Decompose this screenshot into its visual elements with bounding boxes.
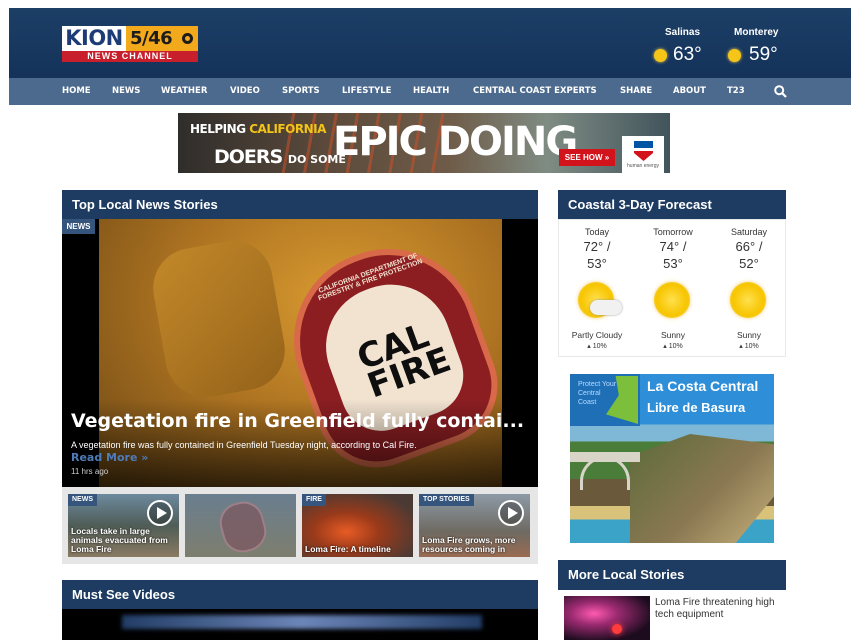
sun-icon	[728, 49, 741, 62]
forecast-low: 53°	[587, 256, 607, 271]
ad-line2-a: DOERS	[214, 146, 283, 168]
hero-read-more-link[interactable]: Read More »	[71, 451, 148, 464]
thumb-tag: TOP STORIES	[419, 494, 474, 506]
story-thumbnails: NEWS Locals take in large animals evacua…	[62, 487, 538, 564]
fire-glow	[612, 624, 622, 634]
sunny-icon	[730, 282, 766, 318]
story-thumb[interactable]: TOP STORIES Loma Fire grows, more resour…	[419, 494, 530, 557]
weather-temp-salinas: 63°	[673, 44, 702, 65]
nav-item-t23[interactable]: T23	[727, 78, 745, 105]
nav-item-sports[interactable]: SPORTS	[282, 78, 320, 105]
top-stories-heading: Top Local News Stories	[62, 190, 538, 220]
hero-title[interactable]: Vegetation fire in Greenfield fully cont…	[71, 410, 524, 432]
site-header: KION 5/46 NEWS CHANNEL Salinas 63° Monte…	[9, 8, 851, 78]
thumb-caption: Loma Fire: A timeline	[305, 544, 391, 554]
must-see-heading: Must See Videos	[62, 580, 538, 610]
ad-headline: EPIC DOING	[333, 119, 578, 165]
ad-see-how-button[interactable]: SEE HOW »	[559, 149, 615, 166]
nav-item-home[interactable]: HOME	[62, 78, 91, 105]
sun-icon	[654, 49, 667, 62]
forecast-heading: Coastal 3-Day Forecast	[558, 190, 786, 220]
forecast-low: 53°	[663, 256, 683, 271]
chevron-chevron-icon	[634, 141, 653, 161]
more-local-thumb[interactable]	[564, 596, 650, 640]
forecast-day-name: Today	[584, 227, 610, 237]
video-preview	[122, 615, 482, 629]
hero-story[interactable]: CALIFORNIA DEPARTMENT OF FORESTRY & FIRE…	[62, 219, 538, 487]
must-see-video[interactable]	[62, 609, 538, 640]
page: KION 5/46 NEWS CHANNEL Salinas 63° Monte…	[0, 0, 853, 640]
weather-city-monterey: Monterey	[734, 27, 779, 38]
forecast-low: 52°	[739, 256, 759, 271]
forecast-precip: ▴ 10%	[739, 343, 759, 350]
hero-photo-sleeve	[146, 234, 292, 404]
sunny-icon	[654, 282, 690, 318]
thumb-cal-fire-patch	[215, 497, 271, 557]
main-nav: HOME NEWS WEATHER VIDEO SPORTS LIFESTYLE…	[9, 78, 851, 105]
play-icon	[498, 500, 524, 526]
weather-temp-monterey: 59°	[749, 44, 778, 65]
ad-protect-text: Protect Your Central Coast	[578, 381, 617, 406]
ad-line1-a: HELPING	[190, 122, 250, 136]
la-costa-central-ad[interactable]: Protect Your Central Coast La Costa Cent…	[570, 374, 774, 543]
forecast-high: 72° /	[583, 239, 611, 254]
forecast-condition: Partly Cloudy	[571, 330, 623, 340]
more-local-story-link[interactable]: Loma Fire threatening high tech equipmen…	[655, 597, 783, 621]
nav-item-health[interactable]: HEALTH	[413, 78, 449, 105]
cbs-eye-icon	[182, 33, 193, 44]
search-icon[interactable]	[774, 85, 787, 98]
forecast-precip: ▴ 10%	[663, 343, 683, 350]
chevron-ad-banner[interactable]: HELPING CALIFORNIA DOERS DO SOME EPIC DO…	[178, 113, 670, 173]
cloud-icon	[590, 300, 622, 315]
thumb-caption: Locals take in large animals evacuated f…	[71, 526, 168, 554]
nav-item-weather[interactable]: WEATHER	[161, 78, 207, 105]
story-thumb[interactable]: FIRE Loma Fire: A timeline	[302, 494, 413, 557]
hero-timestamp: 11 hrs ago	[71, 467, 109, 476]
ad-line1: HELPING CALIFORNIA	[190, 122, 326, 136]
forecast-high: 66° /	[735, 239, 763, 254]
patch-text: CAL FIRE	[352, 316, 456, 407]
logo-news-channel-text: NEWS CHANNEL	[62, 51, 198, 62]
story-thumb[interactable]	[185, 494, 296, 557]
thumb-tag: FIRE	[302, 494, 326, 506]
weather-city-salinas: Salinas	[665, 27, 701, 38]
logo-kion-text: KION	[62, 26, 126, 51]
chevron-logo: human energy	[622, 136, 664, 173]
ad-title-2: Libre de Basura	[647, 400, 746, 415]
big-sur-cliff-image	[630, 434, 774, 543]
forecast-day-name: Saturday	[730, 227, 768, 237]
nav-item-news[interactable]: NEWS	[112, 78, 140, 105]
nav-item-share[interactable]: SHARE	[620, 78, 652, 105]
story-thumb[interactable]: NEWS Locals take in large animals evacua…	[68, 494, 179, 557]
forecast-condition: Sunny	[660, 330, 686, 340]
thumb-tag: NEWS	[68, 494, 97, 506]
nav-item-central-coast-experts[interactable]: CENTRAL COAST EXPERTS	[473, 78, 597, 105]
kion-logo[interactable]: KION 5/46 NEWS CHANNEL	[62, 26, 198, 62]
hero-summary: A vegetation fire was fully contained in…	[71, 440, 417, 450]
play-icon	[147, 500, 173, 526]
nav-item-lifestyle[interactable]: LIFESTYLE	[342, 78, 392, 105]
forecast-panel: Today 72° / 53° Partly Cloudy ▴ 10% Tomo…	[558, 219, 786, 357]
hero-category-tag[interactable]: NEWS	[62, 219, 95, 234]
ad-line2: DOERS DO SOME	[214, 146, 346, 168]
thumb-caption: Loma Fire grows, more resources coming i…	[422, 535, 516, 554]
forecast-precip: ▴ 10%	[587, 343, 607, 350]
nav-item-video[interactable]: VIDEO	[230, 78, 260, 105]
forecast-condition: Sunny	[736, 330, 762, 340]
forecast-high: 74° /	[659, 239, 687, 254]
nav-item-about[interactable]: ABOUT	[673, 78, 706, 105]
forecast-day-name: Tomorrow	[653, 227, 693, 237]
ad-line1-b: CALIFORNIA	[249, 122, 326, 136]
ad-brand-tag: human energy	[627, 163, 659, 169]
ad-title-1: La Costa Central	[647, 378, 759, 394]
more-local-heading: More Local Stories	[558, 560, 786, 590]
